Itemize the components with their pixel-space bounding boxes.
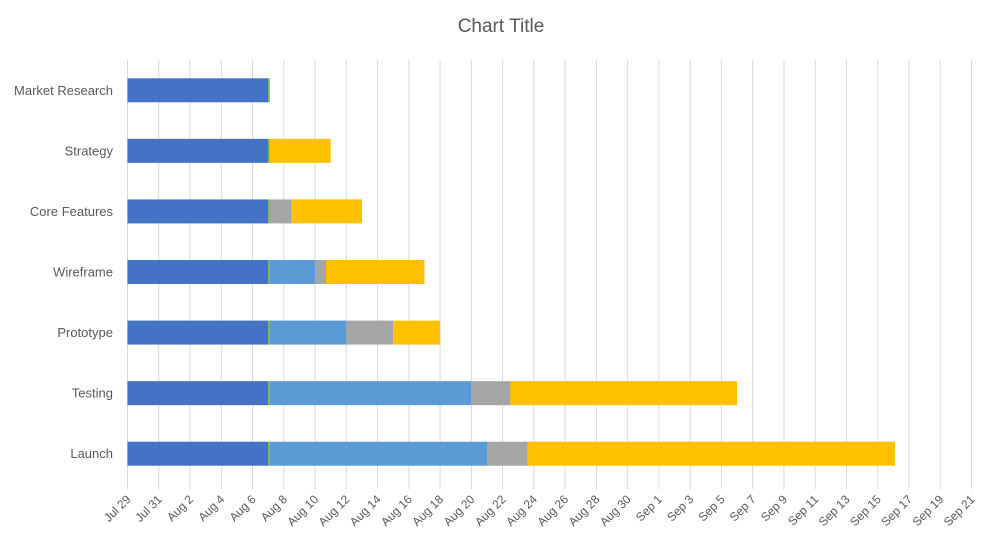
bar-segment <box>268 441 270 466</box>
bar-segment <box>325 260 425 284</box>
bar-segment <box>269 441 487 466</box>
bar-segment <box>346 320 394 345</box>
bar-segment <box>127 78 269 103</box>
x-axis-tick-labels: Jul 29Jul 31 Aug 2 Aug 4 Aug 6 Aug 8Aug 10Au… <box>101 492 978 529</box>
bar-segment <box>127 381 269 406</box>
bar-segment <box>471 381 511 406</box>
category-label: Prototype <box>57 325 113 340</box>
bar-segment <box>127 260 269 284</box>
bars <box>127 78 895 466</box>
x-tick-label: Sep 1 <box>633 492 665 524</box>
bar-segment <box>486 441 528 466</box>
x-tick-label: Aug 22 <box>472 492 509 529</box>
bar-segment <box>268 78 270 103</box>
x-tick-label: Aug 4 <box>195 492 227 524</box>
x-tick-label: Aug 16 <box>378 492 415 529</box>
x-tick-label: Sep 3 <box>664 492 696 524</box>
bar-segment <box>269 320 347 345</box>
bar-segment <box>127 199 269 224</box>
category-label: Core Features <box>30 204 114 219</box>
bar-segment <box>268 320 270 345</box>
x-tick-label: Sep 15 <box>847 492 884 529</box>
x-tick-label: Aug 18 <box>409 492 446 529</box>
bar-segment <box>269 138 331 163</box>
bar-segment <box>268 381 270 406</box>
bar-segment <box>510 381 738 406</box>
category-label: Launch <box>70 446 113 461</box>
bar-segment <box>269 381 472 406</box>
category-label: Testing <box>72 386 113 401</box>
bar-segment <box>268 199 270 224</box>
bar-segment <box>269 260 316 284</box>
bar-segment <box>127 320 269 345</box>
chart-title: Chart Title <box>458 16 545 37</box>
x-tick-label: Sep 7 <box>727 492 759 524</box>
x-tick-label: Aug 14 <box>347 492 384 529</box>
bar-segment <box>393 320 441 345</box>
x-tick-label: Sep 11 <box>785 492 821 528</box>
x-tick-label: Aug 6 <box>227 492 259 524</box>
x-tick-label: Aug 26 <box>534 492 571 529</box>
x-tick-label: Sep 13 <box>816 492 853 529</box>
x-tick-label: Jul 31 <box>132 492 165 525</box>
x-tick-label: Aug 30 <box>597 492 634 529</box>
x-tick-label: Aug 2 <box>164 492 196 524</box>
x-tick-label: Sep 5 <box>695 492 727 524</box>
category-label: Wireframe <box>53 265 113 280</box>
category-label: Strategy <box>65 143 114 158</box>
x-tick-label: Aug 12 <box>316 492 353 529</box>
bar-segment <box>127 441 269 466</box>
category-labels: Market Research Strategy Core Features Wire… <box>14 83 113 461</box>
bar-segment <box>268 138 270 163</box>
x-tick-label: Sep 19 <box>910 492 947 529</box>
x-tick-label: Aug 28 <box>566 492 603 529</box>
x-tick-label: Sep 21 <box>941 492 978 529</box>
bar-segment <box>527 441 895 466</box>
x-tick-label: Aug 20 <box>441 492 478 529</box>
gantt-chart: Chart Title Market Research Strategy Core … <box>14 16 978 529</box>
bar-segment <box>127 138 269 163</box>
bar-segment <box>291 199 362 224</box>
bar-segment <box>268 260 270 284</box>
x-tick-label: Jul 29 <box>101 492 134 525</box>
x-tick-label: Sep 17 <box>878 492 915 529</box>
x-tick-label: Aug 24 <box>503 492 540 529</box>
category-label: Market Research <box>14 83 113 98</box>
bar-segment <box>315 260 326 284</box>
bar-segment <box>269 199 292 224</box>
x-tick-label: Aug 10 <box>284 492 321 529</box>
